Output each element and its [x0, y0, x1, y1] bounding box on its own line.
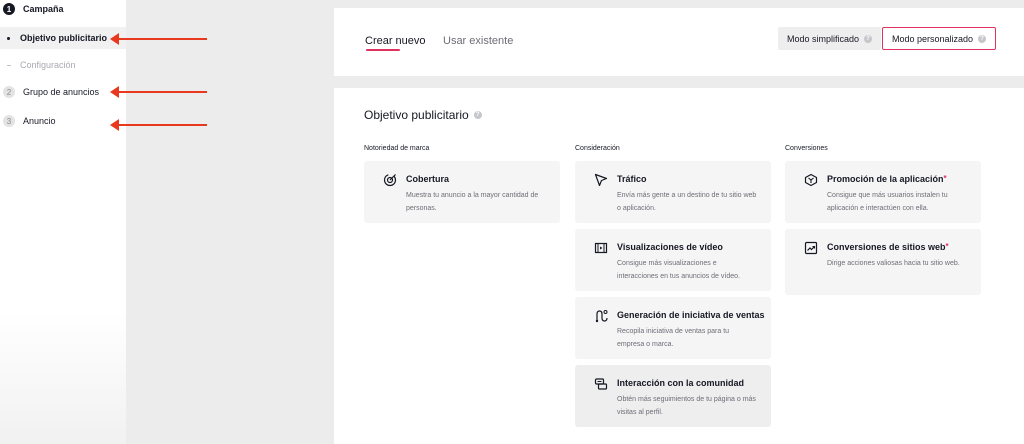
- annotation-arrow: [110, 119, 207, 131]
- objective-description: Recopila iniciativa de ventas para tu em…: [617, 328, 730, 348]
- tab-use-existing[interactable]: Usar existente: [443, 35, 513, 47]
- step-number-badge: 3: [3, 115, 15, 127]
- annotation-arrow: [110, 86, 207, 98]
- app-cube-icon: [804, 173, 818, 187]
- step-label: Anuncio: [23, 116, 56, 126]
- substep-configuration[interactable]: Configuración: [0, 54, 126, 76]
- info-icon[interactable]: ?: [864, 34, 873, 43]
- objective-card-app-promotion[interactable]: Promoción de la aplicación* Consigue que…: [785, 161, 981, 223]
- step-ad-group[interactable]: 2 Grupo de anuncios: [0, 86, 99, 98]
- step-campaign[interactable]: 1 Campaña: [0, 3, 64, 15]
- step-ad[interactable]: 3 Anuncio: [0, 115, 56, 127]
- bullet-dash: [7, 64, 11, 66]
- objective-title: Conversiones de sitios web*: [827, 242, 949, 252]
- creation-mode-header: Crear nuevo Usar existente Modo simplifi…: [334, 8, 1024, 76]
- info-icon[interactable]: ?: [473, 111, 482, 119]
- info-icon[interactable]: ?: [978, 34, 987, 43]
- objective-description: Consigue que más usuarios instalen tu ap…: [827, 192, 948, 212]
- custom-mode-button[interactable]: Modo personalizado ?: [882, 27, 996, 50]
- objective-description: Envía más gente a un destino de tu sitio…: [617, 192, 757, 212]
- objective-title: Generación de iniciativa de ventas: [617, 310, 765, 320]
- cursor-arrow-icon: [594, 173, 608, 187]
- mode-label: Modo simplificado: [786, 33, 860, 44]
- objective-card-website-conversions[interactable]: Conversiones de sitios web* Dirige accio…: [785, 229, 981, 295]
- step-number-badge: 1: [3, 3, 15, 15]
- objective-title: Promoción de la aplicación*: [827, 174, 947, 184]
- objective-title: Tráfico: [617, 174, 647, 184]
- community-icon: [594, 378, 608, 390]
- objective-card-traffic[interactable]: Tráfico Envía más gente a un destino de …: [575, 161, 771, 223]
- page-background: [126, 0, 334, 444]
- substep-advertising-objective[interactable]: Objetivo publicitario: [0, 27, 126, 49]
- required-marker: *: [945, 242, 949, 251]
- column-label-consideration: Consideración: [575, 145, 620, 152]
- objective-description: Obtén más seguimientos de tu página o má…: [617, 396, 756, 416]
- objective-description: Muestra tu anuncio a la mayor cantidad d…: [406, 192, 539, 212]
- bullet-dot: [7, 36, 10, 40]
- film-icon: [594, 242, 608, 254]
- simplified-mode-button[interactable]: Modo simplificado ?: [778, 27, 881, 50]
- objective-card-lead-generation[interactable]: Generación de iniciativa de ventas Recop…: [575, 297, 771, 359]
- step-label: Campaña: [23, 4, 64, 14]
- objective-title: Visualizaciones de vídeo: [617, 242, 723, 252]
- column-label-brand-awareness: Notoriedad de marca: [364, 145, 430, 152]
- mode-label: Modo personalizado: [891, 33, 974, 44]
- annotation-arrow: [110, 33, 207, 45]
- objective-card-community-interaction[interactable]: Interacción con la comunidad Obtén más s…: [575, 365, 771, 427]
- substep-label: Objetivo publicitario: [20, 33, 108, 43]
- funnel-path-icon: [595, 310, 608, 323]
- objective-card-reach[interactable]: Cobertura Muestra tu anuncio a la mayor …: [364, 161, 560, 223]
- objective-description: Dirige acciones valiosas hacia tu sitio …: [827, 260, 960, 267]
- column-label-conversions: Conversiones: [785, 145, 828, 152]
- section-title: Objetivo publicitario ?: [364, 108, 482, 122]
- objective-title: Cobertura: [406, 174, 450, 184]
- step-label: Grupo de anuncios: [23, 87, 100, 97]
- objective-card-video-views[interactable]: Visualizaciones de vídeo Consigue más vi…: [575, 229, 771, 291]
- objective-title: Interacción con la comunidad: [617, 378, 745, 388]
- active-tab-indicator: [366, 49, 400, 51]
- tab-create-new[interactable]: Crear nuevo: [365, 35, 426, 47]
- objective-description: Consigue más visualizaciones e interacci…: [617, 260, 740, 280]
- campaign-steps-sidebar: 1 Campaña Objetivo publicitario Configur…: [0, 0, 126, 444]
- advertising-objective-panel: Objetivo publicitario ? Notoriedad de ma…: [334, 88, 1024, 444]
- section-title-text: Objetivo publicitario: [364, 108, 469, 122]
- substep-label: Configuración: [20, 60, 76, 70]
- trend-chart-icon: [804, 241, 818, 255]
- step-number-badge: 2: [3, 86, 15, 98]
- required-marker: *: [943, 174, 947, 183]
- target-icon: [383, 173, 397, 187]
